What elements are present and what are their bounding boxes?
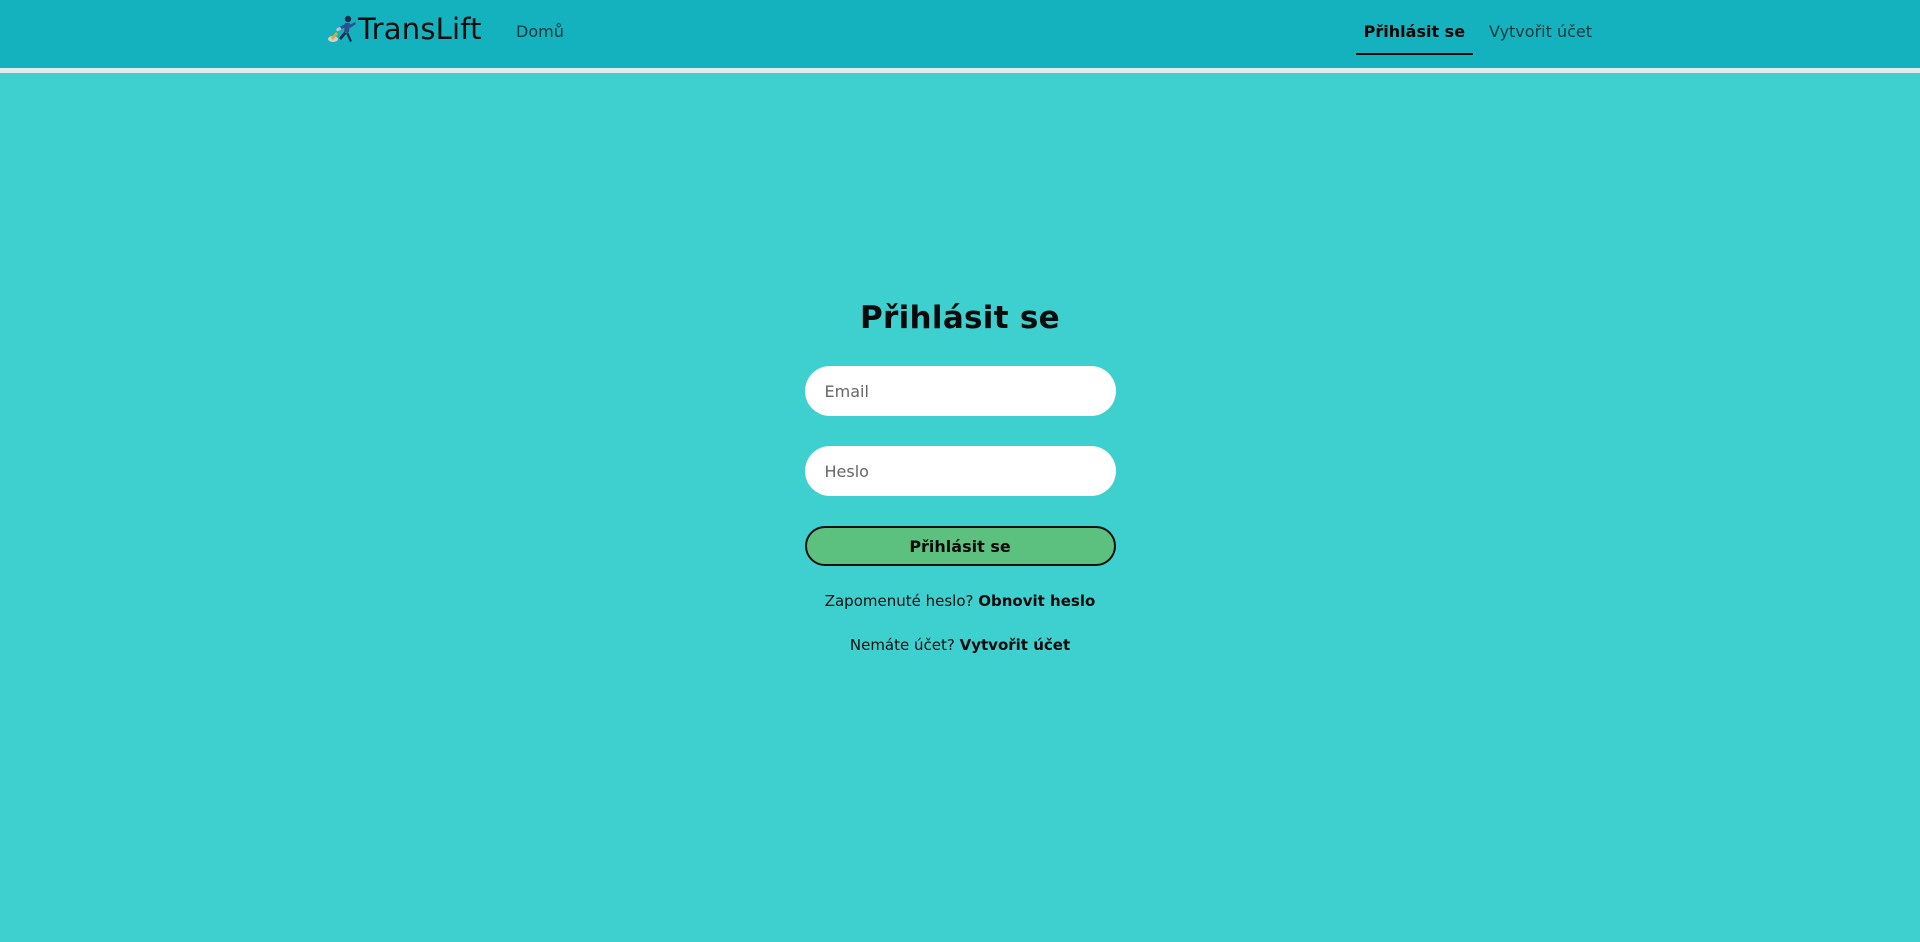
top-navbar: TransLift Domů Přihlásit se Vytvořit úče…: [0, 0, 1920, 73]
page-title: Přihlásit se: [859, 300, 1060, 336]
login-form: Přihlásit se Přihlásit se Zapomenuté hes…: [804, 300, 1116, 654]
nav-auth-links: Přihlásit se Vytvořit účet: [1355, 0, 1600, 55]
no-account-text: Nemáte účet?: [849, 636, 955, 654]
brand-name: TransLift: [358, 12, 482, 46]
password-field[interactable]: [804, 446, 1116, 496]
brand-link[interactable]: TransLift: [326, 11, 482, 47]
nav-home-link[interactable]: Domů: [516, 22, 564, 41]
no-account-row: Nemáte účet? Vytvořit účet: [850, 636, 1070, 654]
nav-register-link[interactable]: Vytvořit účet: [1481, 0, 1600, 55]
login-submit-button[interactable]: Přihlásit se: [804, 526, 1116, 566]
forgot-password-text: Zapomenuté heslo?: [824, 592, 974, 610]
forgot-password-row: Zapomenuté heslo? Obnovit heslo: [825, 592, 1096, 610]
email-field[interactable]: [804, 366, 1116, 416]
nav-login-link[interactable]: Přihlásit se: [1355, 0, 1474, 55]
runner-rocket-icon: [328, 15, 356, 42]
reset-password-link[interactable]: Obnovit heslo: [978, 592, 1095, 610]
create-account-link[interactable]: Vytvořit účet: [960, 636, 1071, 654]
